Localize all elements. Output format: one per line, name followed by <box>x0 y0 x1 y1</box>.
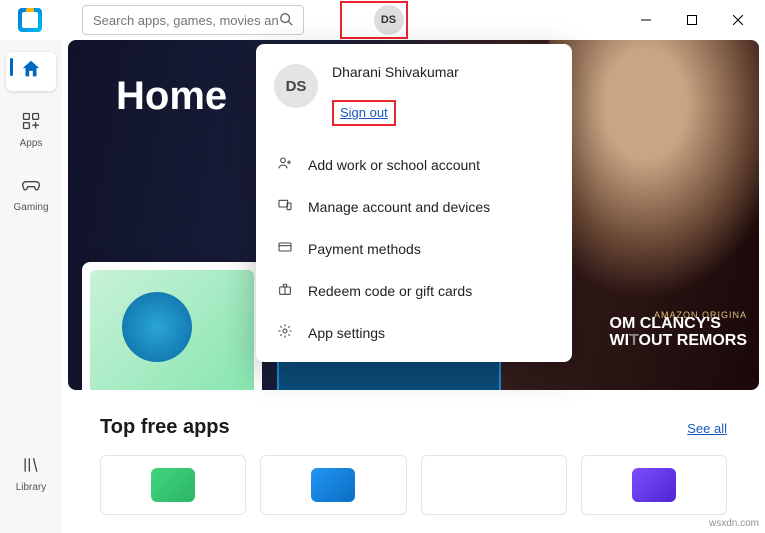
minimize-button[interactable] <box>623 4 669 36</box>
menu-label: Redeem code or gift cards <box>308 283 472 299</box>
carousel-prev-card[interactable] <box>82 262 262 390</box>
app-tile-icon <box>151 468 195 502</box>
menu-add-account[interactable]: Add work or school account <box>256 144 572 186</box>
menu-label: Add work or school account <box>308 157 480 173</box>
sidebar-item-label: Library <box>16 482 47 493</box>
sidebar-item-home[interactable]: Home <box>6 52 56 91</box>
gift-icon <box>276 281 294 301</box>
window-controls <box>623 4 761 36</box>
top-free-apps-section: Top free apps See all <box>62 390 765 515</box>
profile-button[interactable]: DS <box>374 5 404 35</box>
sign-out-link[interactable]: Sign out <box>340 105 388 120</box>
sidebar: Home Apps Gaming Library <box>0 40 62 533</box>
sidebar-item-library[interactable]: Library <box>6 449 56 499</box>
watermark: wsxdn.com <box>709 518 759 529</box>
profile-name: Dharani Shivakumar <box>332 64 554 80</box>
menu-redeem[interactable]: Redeem code or gift cards <box>256 270 572 312</box>
menu-manage-account[interactable]: Manage account and devices <box>256 186 572 228</box>
menu-label: Payment methods <box>308 241 421 257</box>
add-account-icon <box>276 155 294 175</box>
section-title: Top free apps <box>100 416 230 439</box>
gear-icon <box>276 323 294 343</box>
hero-art <box>549 40 759 300</box>
profile-avatar: DS <box>274 64 318 108</box>
search-icon[interactable] <box>279 12 293 29</box>
titlebar: DS <box>0 0 765 40</box>
menu-label: Manage account and devices <box>308 199 490 215</box>
home-icon <box>20 58 42 85</box>
library-icon <box>21 455 41 480</box>
sidebar-item-label: Apps <box>20 138 43 149</box>
app-tile-icon <box>632 468 676 502</box>
profile-email-redacted <box>332 84 554 94</box>
sidebar-item-label: Gaming <box>13 202 48 213</box>
devices-icon <box>276 197 294 217</box>
maximize-button[interactable] <box>669 4 715 36</box>
search-input[interactable] <box>93 13 279 28</box>
menu-app-settings[interactable]: App settings <box>256 312 572 354</box>
menu-payment[interactable]: Payment methods <box>256 228 572 270</box>
app-card[interactable] <box>581 455 727 515</box>
amazon-title: OM CLANCY'SWITOUT REMORS <box>610 315 747 350</box>
store-logo-icon <box>18 8 42 32</box>
app-tile-icon <box>311 468 355 502</box>
profile-highlight-box: DS <box>340 1 408 39</box>
card-icon <box>276 239 294 259</box>
signout-highlight-box: Sign out <box>332 100 396 126</box>
sidebar-item-gaming[interactable]: Gaming <box>6 169 56 219</box>
profile-dropdown: DS Dharani Shivakumar Sign out Add work … <box>256 44 572 362</box>
close-button[interactable] <box>715 4 761 36</box>
see-all-link[interactable]: See all <box>687 421 727 436</box>
app-card[interactable] <box>260 455 406 515</box>
app-card[interactable] <box>100 455 246 515</box>
app-card[interactable] <box>421 455 567 515</box>
search-box[interactable] <box>82 5 304 35</box>
gaming-icon <box>21 175 41 200</box>
sidebar-item-apps[interactable]: Apps <box>6 105 56 155</box>
menu-label: App settings <box>308 325 385 341</box>
apps-icon <box>21 111 41 136</box>
